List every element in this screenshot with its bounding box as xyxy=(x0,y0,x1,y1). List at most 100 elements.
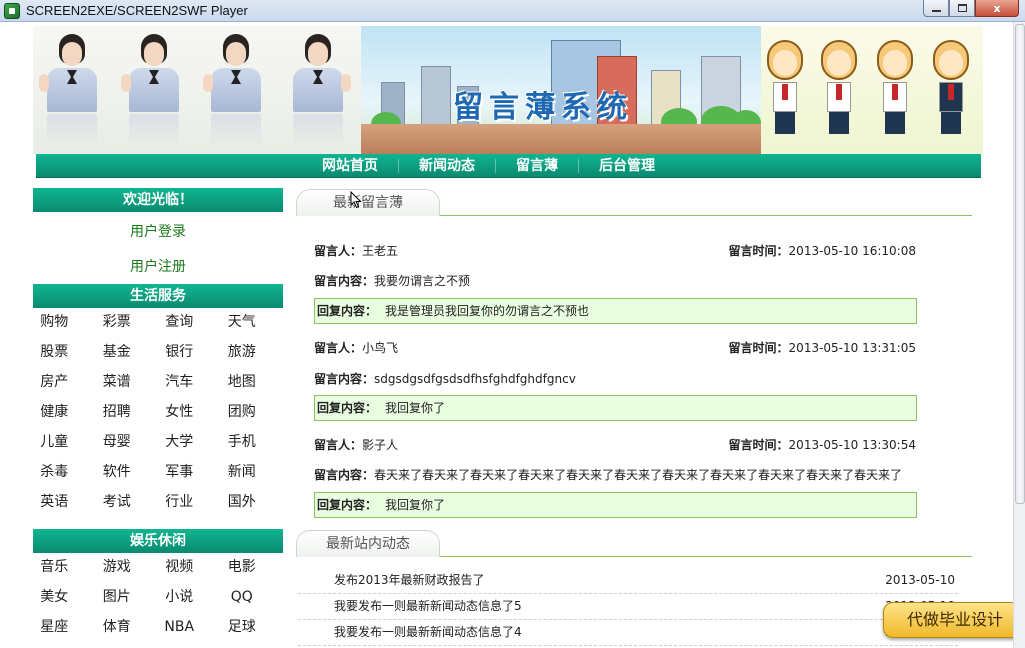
message-content-row: 留言内容：sdgsdgsdfgsdsdfhsfghdfghdfgncv xyxy=(314,370,916,387)
life-link[interactable]: 手机 xyxy=(221,427,284,457)
fun-link[interactable]: 小说 xyxy=(158,582,221,612)
message-content-row: 留言内容：我要勿谓言之不预 xyxy=(314,272,916,289)
mouse-cursor-icon xyxy=(350,191,362,209)
time-label: 留言时间： xyxy=(728,438,789,452)
site-banner: 留言薄系统 xyxy=(33,26,983,154)
reply-box: 回复内容： 我回复你了 xyxy=(314,492,917,518)
life-link[interactable]: 旅游 xyxy=(221,337,284,367)
life-link[interactable]: 汽车 xyxy=(158,367,221,397)
scrollbar-thumb[interactable] xyxy=(1015,24,1025,504)
life-link[interactable]: 查询 xyxy=(158,307,221,337)
agent-figure xyxy=(199,34,273,150)
fun-link[interactable]: 足球 xyxy=(221,612,284,642)
life-link[interactable]: 购物 xyxy=(33,307,96,337)
nav-item-home[interactable]: 网站首页 xyxy=(302,154,398,178)
life-link[interactable]: 彩票 xyxy=(96,307,159,337)
fun-link[interactable]: NBA xyxy=(158,612,221,642)
author-label: 留言人： xyxy=(314,438,363,452)
life-link[interactable]: 地图 xyxy=(221,367,284,397)
life-link[interactable]: 团购 xyxy=(221,397,284,427)
life-link[interactable]: 银行 xyxy=(158,337,221,367)
login-link[interactable]: 用户登录 xyxy=(33,221,283,241)
reply-box: 回复内容： 我是管理员我回复你的勿谓言之不预也 xyxy=(314,298,917,324)
message-meta-row: 留言人：小鸟飞 留言时间：2013-05-10 13:31:05 xyxy=(314,339,916,356)
message-author: 小鸟飞 xyxy=(362,341,399,355)
fun-link[interactable]: 体育 xyxy=(96,612,159,642)
news-item[interactable]: 我要发布一则最新新闻动态信息了4 2013-05-10 xyxy=(298,620,958,646)
life-link[interactable]: 母婴 xyxy=(96,427,159,457)
minimize-button[interactable] xyxy=(923,0,949,17)
message-meta-row: 留言人：影子人 留言时间：2013-05-10 13:30:54 xyxy=(314,436,916,453)
life-link[interactable]: 房产 xyxy=(33,367,96,397)
life-link[interactable]: 大学 xyxy=(158,427,221,457)
news-title[interactable]: 我要发布一则最新新闻动态信息了4 xyxy=(334,620,522,644)
minimize-icon xyxy=(931,10,941,12)
life-link[interactable]: 菜谱 xyxy=(96,367,159,397)
register-link[interactable]: 用户注册 xyxy=(33,256,283,276)
life-link[interactable]: 基金 xyxy=(96,337,159,367)
life-services-grid: 购物 彩票 查询 天气 股票 基金 银行 旅游 房产 菜谱 汽车 地图 健康 招… xyxy=(33,307,283,517)
title-bar[interactable]: SCREEN2EXE/SCREEN2SWF Player x xyxy=(0,0,1025,22)
author-label: 留言人： xyxy=(314,244,363,258)
message-time: 2013-05-10 16:10:08 xyxy=(788,244,916,258)
promo-button[interactable]: 代做毕业设计 xyxy=(883,602,1025,638)
life-link[interactable]: 女性 xyxy=(158,397,221,427)
life-link[interactable]: 国外 xyxy=(221,487,284,517)
close-button[interactable]: x xyxy=(975,0,1019,17)
main-nav: 网站首页 新闻动态 留言薄 后台管理 xyxy=(36,154,981,178)
life-link[interactable]: 军事 xyxy=(158,457,221,487)
fun-link[interactable]: 游戏 xyxy=(96,552,159,582)
fun-link[interactable]: 图片 xyxy=(96,582,159,612)
tab-news[interactable]: 最新站内动态 xyxy=(296,530,440,557)
news-title[interactable]: 我要发布一则最新新闻动态信息了5 xyxy=(334,594,522,618)
vertical-scrollbar[interactable] xyxy=(1013,22,1025,648)
life-link[interactable]: 股票 xyxy=(33,337,96,367)
agent-figure xyxy=(281,34,355,150)
life-link[interactable]: 英语 xyxy=(33,487,96,517)
fun-link[interactable]: 美女 xyxy=(33,582,96,612)
news-item[interactable]: 我要发布一则最新新闻动态信息了5 2013-05-10 xyxy=(298,594,958,620)
message-author: 影子人 xyxy=(362,438,399,452)
time-label: 留言时间： xyxy=(728,341,789,355)
reply-label: 回复内容： xyxy=(317,304,378,318)
entertainment-heading: 娱乐休闲 xyxy=(33,529,283,553)
fun-link[interactable]: QQ xyxy=(221,582,284,612)
banner-title: 留言薄系统 xyxy=(453,90,633,125)
fun-link[interactable]: 星座 xyxy=(33,612,96,642)
life-link[interactable]: 儿童 xyxy=(33,427,96,457)
life-link[interactable]: 新闻 xyxy=(221,457,284,487)
fun-link[interactable]: 音乐 xyxy=(33,552,96,582)
life-link[interactable]: 杀毒 xyxy=(33,457,96,487)
life-link[interactable]: 软件 xyxy=(96,457,159,487)
fun-link[interactable]: 视频 xyxy=(158,552,221,582)
content-label: 留言内容： xyxy=(314,274,375,288)
message-meta-row: 留言人：王老五 留言时间：2013-05-10 16:10:08 xyxy=(314,242,916,259)
content-label: 留言内容： xyxy=(314,468,375,482)
tab-guestbook[interactable]: 最新留言薄 xyxy=(296,189,440,216)
life-link[interactable]: 招聘 xyxy=(96,397,159,427)
life-link[interactable]: 天气 xyxy=(221,307,284,337)
fun-link[interactable]: 电影 xyxy=(221,552,284,582)
life-link[interactable]: 健康 xyxy=(33,397,96,427)
news-tabbar: 最新站内动态 xyxy=(296,529,972,557)
message-time: 2013-05-10 13:30:54 xyxy=(788,438,916,452)
life-link[interactable]: 考试 xyxy=(96,487,159,517)
reply-box: 回复内容： 我回复你了 xyxy=(314,395,917,421)
nav-item-news[interactable]: 新闻动态 xyxy=(399,154,495,178)
life-link[interactable]: 行业 xyxy=(158,487,221,517)
news-title[interactable]: 发布2013年最新财政报告了 xyxy=(334,568,485,592)
nav-item-guestbook[interactable]: 留言薄 xyxy=(496,154,578,178)
message-author: 王老五 xyxy=(362,244,399,258)
reply-content: 我回复你了 xyxy=(385,498,446,512)
reply-label: 回复内容： xyxy=(317,498,378,512)
nav-item-admin[interactable]: 后台管理 xyxy=(579,154,675,178)
maximize-icon xyxy=(957,4,967,12)
life-services-heading: 生活服务 xyxy=(33,284,283,308)
message-content: 春天来了春天来了春天来了春天来了春天来了春天来了春天来了春天来了春天来了春天来了… xyxy=(374,468,903,482)
news-item[interactable]: 发布2013年最新财政报告了 2013-05-10 xyxy=(298,568,958,594)
maximize-button[interactable] xyxy=(949,0,975,17)
window-controls: x xyxy=(923,0,1019,18)
window-title: SCREEN2EXE/SCREEN2SWF Player xyxy=(26,3,248,18)
banner-cartoon-image xyxy=(761,26,983,154)
agent-figure xyxy=(35,34,109,150)
